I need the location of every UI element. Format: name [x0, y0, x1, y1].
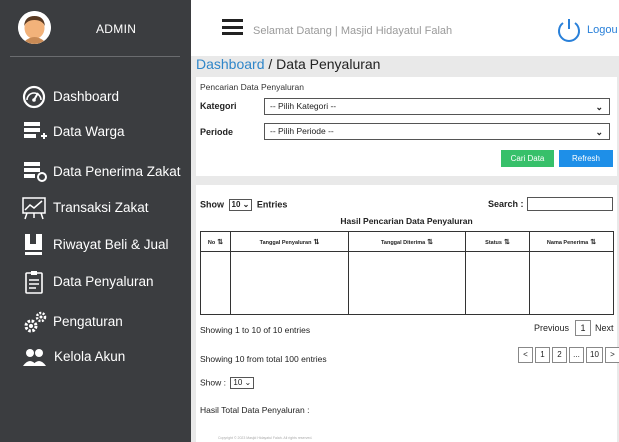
chevron-down-icon: ⌄: [242, 200, 250, 209]
table-cell: [200, 251, 231, 315]
column-header-no[interactable]: No ⇅: [200, 231, 231, 252]
breadcrumb-dashboard-link[interactable]: Dashboard: [196, 56, 265, 72]
show-count-control: Show : 10 ⌄: [200, 377, 256, 389]
kategori-label: Kategori: [200, 101, 237, 111]
sidebar-item-label: Data Warga: [53, 124, 125, 139]
showing-entries-text: Showing 1 to 10 of 10 entries: [200, 325, 311, 335]
book-icon: [22, 233, 48, 257]
breadcrumb-separator: /: [264, 56, 277, 72]
page-title: Data Penyaluran: [276, 56, 381, 72]
sort-icon: ⇅: [590, 238, 597, 246]
welcome-text: Selamat Datang | Masjid Hidayatul Falah: [253, 25, 453, 37]
sort-icon: ⇅: [503, 238, 510, 246]
table-cell: [230, 251, 349, 315]
hamburger-menu-icon[interactable]: [222, 19, 243, 35]
database-search-icon: [22, 160, 48, 184]
breadcrumb: Dashboard / Data Penyaluran: [196, 56, 380, 72]
sidebar-item-data-penerima-zakat[interactable]: Data Penerima Zakat: [0, 155, 191, 189]
sidebar-item-data-penyaluran[interactable]: Data Penyaluran: [0, 265, 191, 299]
table-header-row: No ⇅ Tanggal Penyaluran ⇅ Tanggal Diterima…: [200, 231, 614, 252]
sidebar-item-riwayat-beli-jual[interactable]: Riwayat Beli & Jual: [0, 228, 191, 262]
entries-select-value: 10: [231, 200, 241, 209]
users-icon: [22, 345, 48, 369]
kategori-select-value: -- Pilih Kategori --: [270, 101, 337, 111]
database-add-icon: [22, 120, 48, 144]
sidebar-header: ADMIN: [0, 0, 191, 56]
page-next-button[interactable]: >: [605, 347, 619, 363]
table-row: [200, 251, 614, 315]
entries-select[interactable]: 10 ⌄: [228, 199, 253, 211]
chevron-down-icon: ⌄: [595, 127, 603, 137]
show-entries-control: Show 10 ⌄ Entries: [200, 199, 287, 211]
periode-label: Periode: [200, 127, 234, 137]
sort-icon: ⇅: [217, 238, 224, 246]
cari-data-button[interactable]: Cari Data: [501, 150, 554, 167]
column-header-tanggal-penyaluran[interactable]: Tanggal Penyaluran ⇅: [230, 231, 349, 252]
chevron-down-icon: ⌄: [595, 102, 603, 112]
kategori-select[interactable]: -- Pilih Kategori -- ⌄: [264, 98, 610, 115]
column-header-status[interactable]: Status ⇅: [465, 231, 530, 252]
column-header-nama-penerima[interactable]: Nama Penerima ⇅: [529, 231, 614, 252]
search-input[interactable]: [527, 197, 613, 211]
sidebar-item-label: Data Penyaluran: [53, 274, 154, 289]
sidebar-item-label: Pengaturan: [53, 314, 123, 329]
sort-icon: ⇅: [427, 238, 434, 246]
show-count-select-value: 10: [233, 378, 243, 387]
table-cell: [348, 251, 466, 315]
logout-label: Logou: [587, 24, 618, 36]
sidebar-item-data-warga[interactable]: Data Warga: [0, 115, 191, 149]
search-panel: Pencarian Data Penyaluran Kategori -- Pi…: [196, 77, 617, 176]
power-icon: [555, 17, 583, 48]
search-label: Search :: [488, 199, 524, 209]
table-cell: [529, 251, 614, 315]
show-count-label: Show :: [200, 377, 226, 388]
sidebar: ADMIN Dashboard Data Warga Data Penerima…: [0, 0, 191, 442]
sidebar-item-label: Dashboard: [53, 89, 120, 104]
page-prev-button[interactable]: <: [518, 347, 533, 363]
showing-total-text: Showing 10 from total 100 entries: [200, 354, 327, 364]
entries-label: Entries: [256, 199, 288, 210]
refresh-button[interactable]: Refresh: [559, 150, 613, 167]
avatar[interactable]: [18, 11, 51, 44]
show-label: Show: [200, 199, 224, 210]
sort-icon: ⇅: [313, 238, 320, 246]
show-count-select[interactable]: 10 ⌄: [230, 377, 255, 389]
results-panel: Show 10 ⌄ Entries Search : Hasil Pencari…: [196, 185, 619, 442]
page-ellipsis: ...: [569, 347, 584, 363]
current-page-button[interactable]: 1: [575, 320, 591, 336]
sidebar-item-dashboard[interactable]: Dashboard: [0, 80, 191, 114]
search-panel-title: Pencarian Data Penyaluran: [200, 82, 304, 92]
gears-icon: [22, 310, 48, 334]
results-table: No ⇅ Tanggal Penyaluran ⇅ Tanggal Diterima…: [200, 231, 614, 315]
column-header-tanggal-diterima[interactable]: Tanggal Diterima ⇅: [348, 231, 466, 252]
previous-button[interactable]: Previous: [534, 323, 569, 333]
results-title: Hasil Pencarian Data Penyaluran: [340, 216, 473, 226]
next-button[interactable]: Next: [595, 323, 614, 333]
page-1-button[interactable]: 1: [535, 347, 550, 363]
sidebar-divider: [10, 56, 180, 57]
sidebar-item-pengaturan[interactable]: Pengaturan: [0, 305, 191, 339]
total-data-label: Hasil Total Data Penyaluran :: [200, 405, 310, 415]
sidebar-item-label: Data Penerima Zakat: [53, 164, 181, 179]
sidebar-item-transaksi-zakat[interactable]: Transaksi Zakat: [0, 191, 191, 225]
periode-select-value: -- Pilih Periode --: [270, 126, 334, 136]
periode-select[interactable]: -- Pilih Periode -- ⌄: [264, 123, 610, 140]
page-10-button[interactable]: 10: [586, 347, 603, 363]
clipboard-icon: [22, 270, 48, 294]
sidebar-item-label: Transaksi Zakat: [53, 200, 149, 215]
footer-copyright: Copyright © 2023 Masjid Hidayatul Falah.…: [218, 436, 313, 440]
sidebar-item-label: Riwayat Beli & Jual: [53, 237, 169, 252]
sidebar-item-kelola-akun[interactable]: Kelola Akun: [0, 340, 191, 374]
dashboard-gauge-icon: [22, 85, 48, 109]
admin-username: ADMIN: [96, 22, 137, 36]
chart-board-icon: [22, 196, 48, 220]
sidebar-item-label: Kelola Akun: [54, 349, 126, 364]
chevron-down-icon: ⌄: [244, 378, 252, 387]
top-bar: Selamat Datang | Masjid Hidayatul Falah …: [191, 0, 619, 56]
table-cell: [465, 251, 530, 315]
page-2-button[interactable]: 2: [552, 347, 567, 363]
